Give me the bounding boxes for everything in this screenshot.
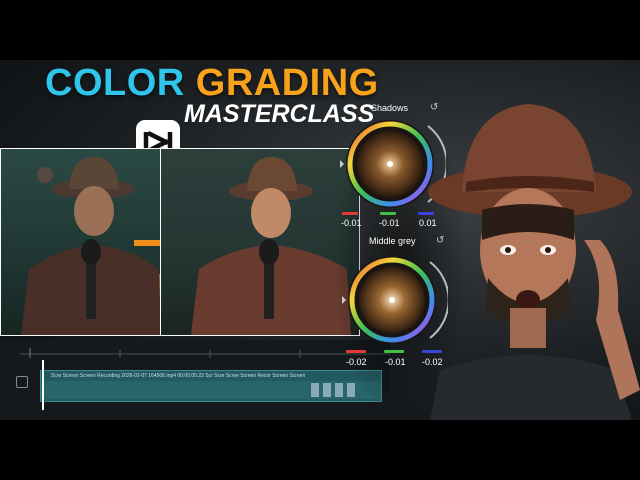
middle-grey-red-swatch [346,350,366,353]
presenter [428,104,640,420]
timeline-clip-label: Scre Screen Screen Recording 2026-02-07 … [51,373,306,379]
shadows-red-swatch [342,212,358,215]
track-edit-icon[interactable] [16,376,28,388]
playhead[interactable] [42,360,44,410]
title-word-grading: GRADING [195,62,379,104]
shadows-red-value[interactable]: -0.01 [341,218,362,228]
scene: COLOR GRADING MASTERCLASS Scre Screen Sc… [0,60,640,420]
letterbox-top [0,0,640,60]
middle-grey-red-value[interactable]: -0.02 [346,357,367,367]
thumbnail: COLOR GRADING MASTERCLASS Scre Screen Sc… [0,0,640,480]
title-line1: COLOR GRADING [45,62,379,105]
letterbox-bottom [0,420,640,480]
title-word-color: COLOR [45,62,185,104]
